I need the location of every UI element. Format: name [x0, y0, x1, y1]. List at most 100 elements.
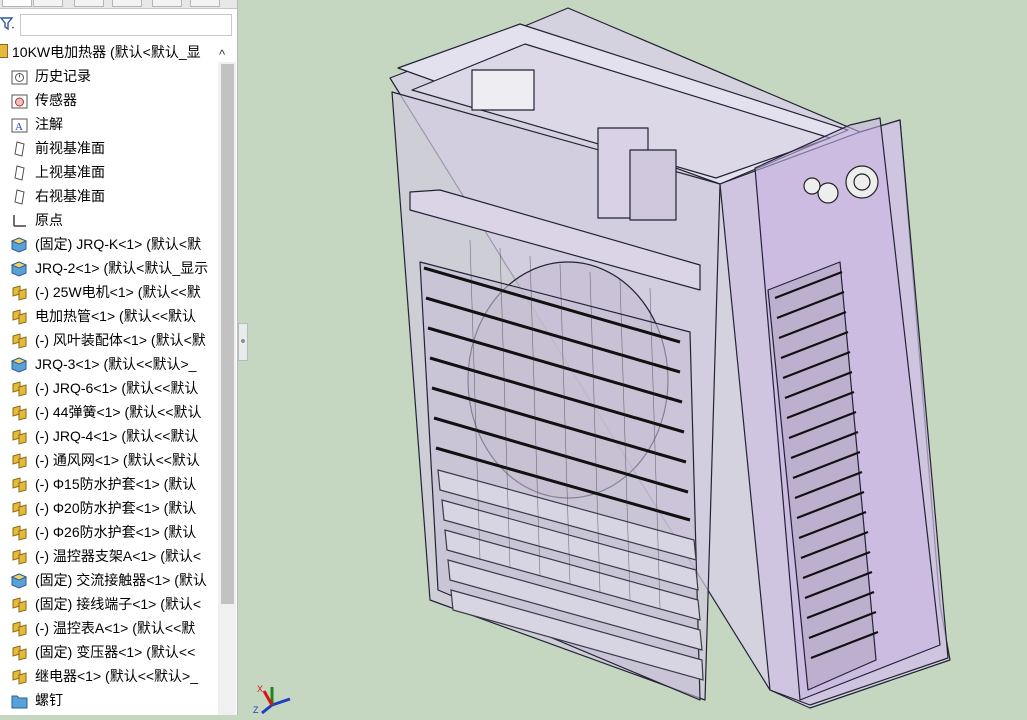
tree-item-label: 传感器 — [35, 92, 77, 108]
tree-item-label: (-) Φ26防水护套<1> (默认 — [35, 524, 197, 540]
triad-z-label: Z — [253, 705, 259, 715]
tab-feature-tree[interactable] — [2, 0, 32, 7]
tree-item[interactable]: (固定) JRQ-K<1> (默认<默 — [0, 232, 218, 256]
history-icon — [11, 68, 28, 85]
tree-item-label: (-) 通风网<1> (默认<<默认 — [35, 452, 200, 468]
tree-item-label: 前视基准面 — [35, 140, 105, 156]
graphics-viewport[interactable] — [239, 0, 1027, 715]
tree-item[interactable]: 原点 — [0, 208, 218, 232]
tree-item-label: (-) JRQ-6<1> (默认<<默认 — [35, 380, 199, 396]
tree-item-label: (-) JRQ-4<1> (默认<<默认 — [35, 428, 199, 444]
tree-item-label: (-) 25W电机<1> (默认<<默 — [35, 284, 201, 300]
assembly-icon — [11, 452, 28, 469]
tree-item[interactable]: JRQ-3<1> (默认<<默认>_ — [0, 352, 218, 376]
tree-filter-input[interactable] — [20, 14, 232, 36]
tree-item-label: 历史记录 — [35, 68, 91, 84]
plane-icon — [11, 188, 28, 205]
tree-item-label: (-) Φ20防水护套<1> (默认 — [35, 500, 197, 516]
annotation-icon: A — [11, 116, 28, 133]
filter-row — [0, 9, 236, 39]
tree-item[interactable]: (固定) 变压器<1> (默认<< — [0, 640, 218, 664]
assembly-icon — [11, 524, 28, 541]
assembly-icon — [11, 428, 28, 445]
tree-item[interactable]: (-) Φ15防水护套<1> (默认 — [0, 472, 218, 496]
assembly-icon — [11, 668, 28, 685]
tree-item-label: (-) 风叶装配体<1> (默认<默 — [35, 332, 206, 348]
tree-item[interactable]: 继电器<1> (默认<<默认>_ — [0, 664, 218, 688]
tree-item[interactable]: A 注解 — [0, 112, 218, 136]
tab-dimxpert[interactable] — [112, 0, 142, 7]
tree-item-label: 右视基准面 — [35, 188, 105, 204]
part-icon — [10, 236, 28, 253]
assembly-icon — [11, 596, 28, 613]
tree-item[interactable]: 右视基准面 — [0, 184, 218, 208]
tree-item-label: (固定) 接线端子<1> (默认< — [35, 596, 202, 612]
tab-more[interactable] — [190, 0, 220, 7]
folder-icon — [11, 692, 28, 709]
tree-item[interactable]: JRQ-2<1> (默认<默认_显示 — [0, 256, 218, 280]
assembly-icon — [11, 476, 28, 493]
sensor-icon — [11, 92, 28, 109]
assembly-icon — [11, 308, 28, 325]
part-icon — [10, 356, 28, 373]
tree-item[interactable]: (-) Φ20防水护套<1> (默认 — [0, 496, 218, 520]
panel-tab-strip — [0, 0, 237, 9]
tree-item-label: (-) 温控器支架A<1> (默认< — [35, 548, 202, 564]
tree-item-label: (-) 温控表A<1> (默认<<默 — [35, 620, 196, 636]
tree-item[interactable]: (-) 温控表A<1> (默认<<默 — [0, 616, 218, 640]
tree-item[interactable]: 电加热管<1> (默认<<默认 — [0, 304, 218, 328]
tree-item[interactable]: (-) 通风网<1> (默认<<默认 — [0, 448, 218, 472]
assembly-icon — [11, 284, 28, 301]
tree-item-label: 电加热管<1> (默认<<默认 — [35, 308, 197, 324]
tree-item[interactable]: (-) Φ26防水护套<1> (默认 — [0, 520, 218, 544]
tree-item-label: 原点 — [35, 212, 63, 228]
tree-item[interactable]: (-) 风叶装配体<1> (默认<默 — [0, 328, 218, 352]
tree-scrollbar-thumb[interactable] — [221, 64, 234, 604]
tree-item-label: 上视基准面 — [35, 164, 105, 180]
tree-item-label: 继电器<1> (默认<<默认>_ — [35, 668, 199, 684]
filter-icon[interactable] — [0, 15, 18, 33]
tree-item[interactable]: 历史记录 — [0, 64, 218, 88]
part-icon — [10, 260, 28, 277]
part-icon — [10, 572, 28, 589]
tree-item[interactable]: 前视基准面 — [0, 136, 218, 160]
assembly-icon — [11, 404, 28, 421]
tab-property-manager[interactable] — [33, 0, 63, 7]
tree-item[interactable]: (-) 温控器支架A<1> (默认< — [0, 544, 218, 568]
assembly-icon — [11, 380, 28, 397]
tree-item-label: (固定) 交流接触器<1> (默认 — [35, 572, 207, 588]
origin-icon — [11, 212, 28, 228]
tree-item[interactable]: (-) JRQ-4<1> (默认<<默认 — [0, 424, 218, 448]
tree-item-label: JRQ-2<1> (默认<默认_显示 — [35, 260, 209, 276]
feature-manager-panel: 10KW电加热器 (默认<默认_显 ^ 历史记录传感器 A 注解前视基准面上视基准面… — [0, 0, 238, 715]
tree-item[interactable]: (固定) 交流接触器<1> (默认 — [0, 568, 218, 592]
tab-display-manager[interactable] — [152, 0, 182, 7]
assembly-icon — [11, 500, 28, 517]
tree-item-label: JRQ-3<1> (默认<<默认>_ — [35, 356, 197, 372]
tree-item[interactable]: (固定) 接线端子<1> (默认< — [0, 592, 218, 616]
tree-item[interactable]: 上视基准面 — [0, 160, 218, 184]
orientation-triad: X Z — [250, 683, 295, 715]
plane-icon — [11, 164, 28, 181]
assembly-root-icon — [0, 44, 8, 58]
assembly-icon — [11, 548, 28, 565]
tree-item[interactable]: (-) JRQ-6<1> (默认<<默认 — [0, 376, 218, 400]
tree-item[interactable]: 传感器 — [0, 88, 218, 112]
tree-item-label: (-) Φ15防水护套<1> (默认 — [35, 476, 197, 492]
tab-configuration-manager[interactable] — [74, 0, 104, 7]
tree-root-item[interactable]: 10KW电加热器 (默认<默认_显 ^ — [0, 41, 236, 63]
assembly-icon — [11, 620, 28, 637]
tree-item-label: 注解 — [35, 116, 63, 132]
assembly-icon — [11, 644, 28, 661]
tree-item-label: (-) 44弹簧<1> (默认<<默认 — [35, 404, 202, 420]
tree-item-label: (固定) JRQ-K<1> (默认<默 — [35, 236, 202, 252]
tree-item-label: (固定) 变压器<1> (默认<< — [35, 644, 196, 660]
tree-item[interactable]: (-) 25W电机<1> (默认<<默 — [0, 280, 218, 304]
tree-root-label: 10KW电加热器 (默认<默认_显 — [12, 44, 201, 60]
triad-x-label: X — [257, 684, 263, 694]
tree-item[interactable]: 螺钉 — [0, 688, 218, 712]
plane-icon — [11, 140, 28, 157]
tree-item[interactable]: (-) 44弹簧<1> (默认<<默认 — [0, 400, 218, 424]
heater-3d-model — [389, 7, 951, 709]
svg-text:A: A — [15, 121, 23, 133]
